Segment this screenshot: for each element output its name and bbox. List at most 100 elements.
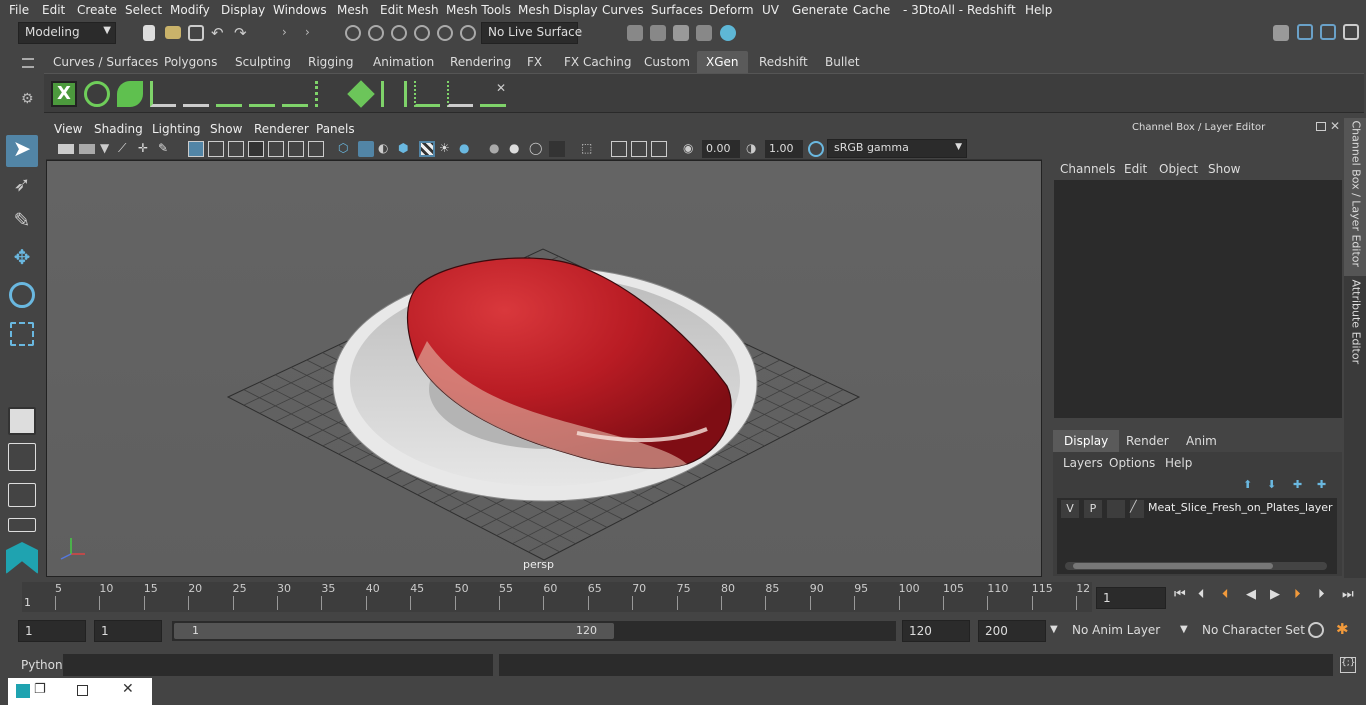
xgen-preview-icon[interactable] [84, 81, 110, 107]
xgen-editor-icon[interactable]: X [51, 81, 77, 107]
image-plane-icon[interactable]: ⟋ [118, 141, 134, 157]
panel-menu-renderer[interactable]: Renderer [254, 122, 309, 136]
hypershade-icon[interactable] [720, 25, 736, 41]
shelf-tab-bullet[interactable]: Bullet [816, 51, 869, 73]
layer-display-type-toggle[interactable] [1107, 500, 1125, 518]
bookmark-icon[interactable]: ▼ [100, 141, 116, 157]
render-sequence-icon[interactable] [650, 25, 666, 41]
xgen-hair-icon[interactable] [315, 81, 341, 107]
shelf-tab-curves-surfaces[interactable]: Curves / Surfaces [44, 51, 167, 73]
grid-icon[interactable] [188, 141, 204, 157]
layout-four-icon[interactable] [8, 443, 36, 471]
xgen-sculpt-guide-icon[interactable] [249, 81, 275, 107]
shelf-tab-fx[interactable]: FX [518, 51, 551, 73]
xgen-layer-icon[interactable] [347, 80, 375, 108]
layer-row[interactable]: V P ╱ Meat_Slice_Fresh_on_Plates_layer [1059, 500, 1335, 518]
shelf-tab-animation[interactable]: Animation [364, 51, 443, 73]
scene-end-field[interactable]: 200 [978, 620, 1046, 642]
2d-pan-icon[interactable]: ✛ [138, 141, 154, 157]
auto-key-icon[interactable] [1308, 622, 1324, 638]
new-layer-icon[interactable]: ✚ [1293, 478, 1302, 491]
menu-select[interactable]: Select [125, 3, 162, 17]
side-tab-attribute-editor[interactable]: Attribute Editor [1344, 280, 1366, 375]
menu-mesh-display[interactable]: Mesh Display [518, 3, 598, 17]
gate-mask-icon[interactable] [248, 141, 264, 157]
save-scene-icon[interactable] [188, 25, 204, 41]
xray-joints-icon[interactable] [631, 141, 647, 157]
film-gate-icon[interactable] [208, 141, 224, 157]
menu-display[interactable]: Display [221, 3, 265, 17]
channel-menu-edit[interactable]: Edit [1124, 162, 1147, 176]
wireframe-icon[interactable]: ⬡ [338, 141, 354, 157]
shelf-tab-rigging[interactable]: Rigging [299, 51, 362, 73]
script-language-label[interactable]: Python [21, 658, 63, 672]
field-chart-icon[interactable] [268, 141, 284, 157]
camera-attr-icon[interactable] [79, 144, 95, 154]
menu-mesh[interactable]: Mesh [337, 3, 369, 17]
command-input[interactable] [63, 654, 493, 676]
xgen-add-guide-icon[interactable] [183, 81, 209, 107]
step-forward-frame-icon[interactable]: ⏵ [1318, 587, 1325, 602]
time-slider[interactable]: 1 5 10 15 20 25 30 35 40 45 50 55 60 65 70 75 80 85 90 95 1… [22, 582, 1092, 612]
layer-scrollbar[interactable] [1065, 562, 1327, 570]
layer-color-swatch[interactable]: ╱ [1130, 500, 1144, 518]
menu-create[interactable]: Create [77, 3, 117, 17]
menu-windows[interactable]: Windows [273, 3, 327, 17]
maya-app-icon[interactable] [16, 684, 30, 698]
colorspace-dropdown[interactable]: sRGB gamma ▼ [827, 139, 967, 158]
menu-help[interactable]: Help [1025, 3, 1052, 17]
menu-edit[interactable]: Edit [42, 3, 65, 17]
layer-menu-help[interactable]: Help [1165, 456, 1192, 470]
workspace-dropdown[interactable]: Modeling ▼ [18, 22, 116, 44]
select-tool-icon[interactable]: ➤ [6, 135, 38, 167]
menu-generate[interactable]: Generate [792, 3, 848, 17]
xgen-flat-icon[interactable] [447, 81, 473, 107]
move-layer-down-icon[interactable]: ⬇ [1267, 478, 1276, 491]
new-layer-selected-icon[interactable]: ✚ [1317, 478, 1326, 491]
resolution-gate-icon[interactable] [228, 141, 244, 157]
script-editor-icon[interactable]: {;} [1340, 657, 1356, 673]
safe-title-icon[interactable] [308, 141, 324, 157]
panel-menu-lighting[interactable]: Lighting [152, 122, 201, 136]
layer-tab-display[interactable]: Display [1053, 430, 1120, 452]
layer-tab-render[interactable]: Render [1115, 430, 1180, 452]
menu-file[interactable]: File [9, 3, 29, 17]
layout-side-icon[interactable] [8, 483, 36, 507]
snap-point-icon[interactable] [391, 25, 407, 41]
xgen-leaf-icon[interactable] [117, 81, 143, 107]
anim-preferences-icon[interactable]: ✱ [1336, 620, 1349, 638]
playback-end-field[interactable]: 120 [902, 620, 970, 642]
safe-action-icon[interactable] [288, 141, 304, 157]
chevron-down-icon[interactable]: ▼ [1050, 624, 1058, 635]
layer-tab-anim[interactable]: Anim [1175, 430, 1228, 452]
shelf-settings-icon[interactable]: ⚙ [21, 91, 34, 107]
gamma-icon[interactable]: ◑ [746, 141, 762, 157]
menu-surfaces[interactable]: Surfaces [651, 3, 703, 17]
menu-edit-mesh[interactable]: Edit Mesh [380, 3, 439, 17]
layer-menu-options[interactable]: Options [1109, 456, 1155, 470]
toggle-outliner-icon[interactable] [1297, 24, 1313, 40]
xray-icon[interactable] [611, 141, 627, 157]
menu-modify[interactable]: Modify [170, 3, 210, 17]
chevron-down-icon[interactable]: ▼ [1180, 624, 1188, 635]
ambient-occlusion-icon[interactable]: ● [489, 141, 505, 157]
menu-3dtoall[interactable]: - 3DtoAll - [903, 3, 963, 17]
select-object-icon[interactable]: › [305, 25, 321, 41]
render-settings-icon[interactable] [696, 25, 712, 41]
render-icon[interactable] [627, 25, 643, 41]
motion-blur-icon[interactable]: ● [509, 141, 525, 157]
menu-redshift[interactable]: Redshift [967, 3, 1016, 17]
toggle-channelbox-icon[interactable] [1320, 24, 1336, 40]
layer-playback-toggle[interactable]: P [1084, 500, 1102, 518]
current-frame-field[interactable]: 1 [1096, 587, 1166, 609]
go-to-end-icon[interactable]: ⏭ [1342, 587, 1354, 602]
snap-surface-icon[interactable] [437, 25, 453, 41]
new-scene-icon[interactable] [143, 25, 155, 41]
xgen-lock-icon[interactable] [282, 81, 308, 107]
go-to-start-icon[interactable]: ⏮ [1174, 587, 1186, 602]
viewport-persp[interactable]: persp [46, 160, 1042, 577]
color-management-icon[interactable] [808, 141, 824, 157]
anim-layer-dropdown[interactable]: No Anim Layer [1066, 620, 1176, 642]
ipr-render-icon[interactable] [673, 25, 689, 41]
layout-stack-icon[interactable] [8, 518, 36, 532]
